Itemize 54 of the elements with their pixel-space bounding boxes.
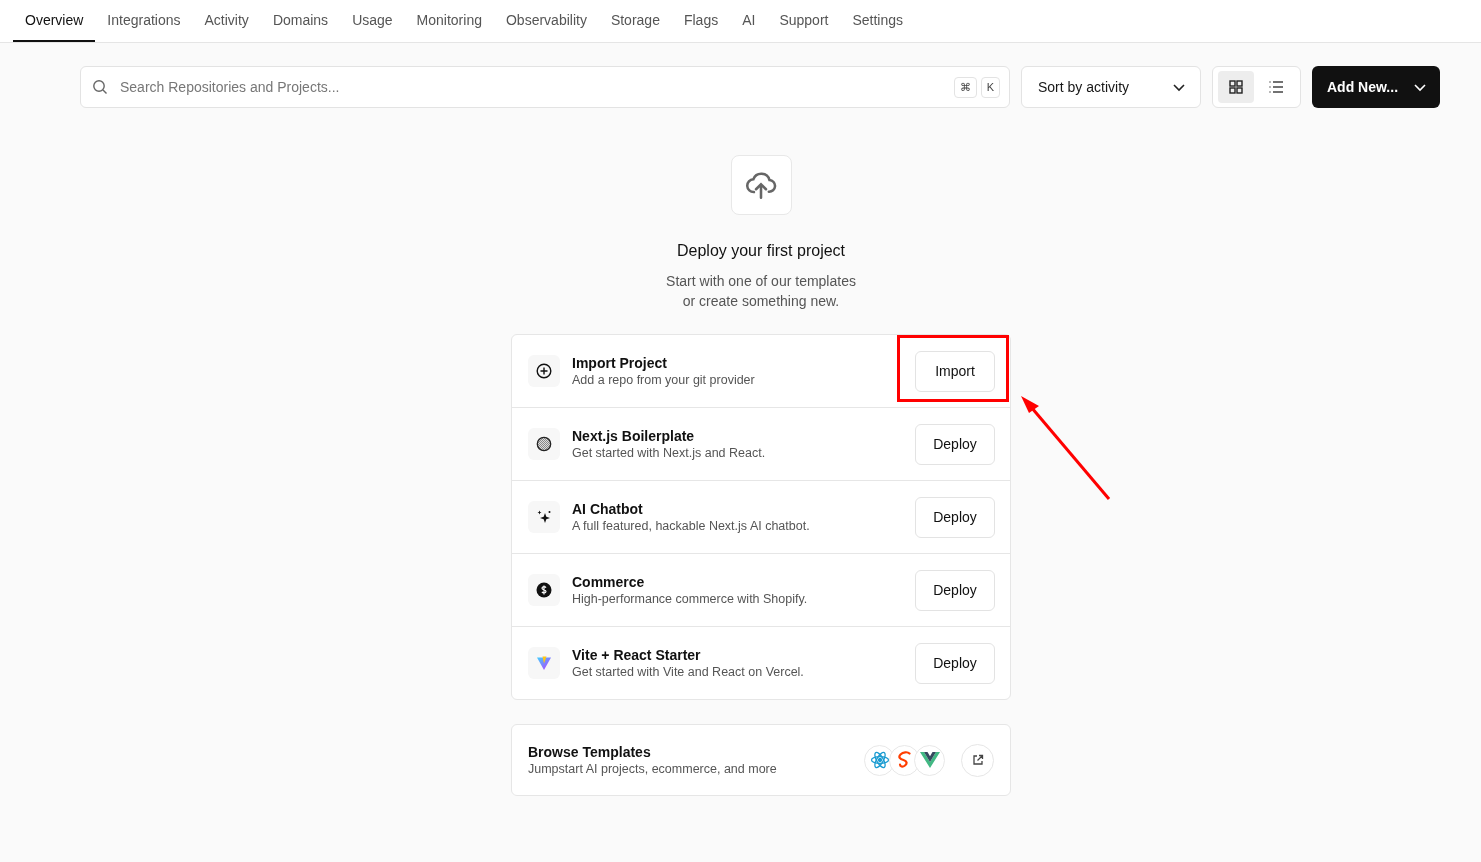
nav-tab[interactable]: Overview — [13, 0, 96, 42]
external-link-icon — [971, 754, 984, 766]
add-new-button[interactable]: Add New... — [1312, 66, 1440, 108]
template-title: Import Project — [572, 355, 668, 371]
search-field[interactable]: Search Repositories and Projects... — [118, 78, 944, 96]
checkered-circle-icon — [536, 436, 552, 452]
deploy-button[interactable]: Deploy — [915, 423, 995, 465]
nav-tab[interactable]: Integrations — [95, 0, 193, 42]
nav-tab[interactable]: Flags — [671, 0, 731, 42]
search-icon — [92, 79, 108, 95]
atom-logo-icon — [869, 750, 890, 770]
shortcut-key: ⌘ — [953, 76, 977, 98]
nav-tab[interactable]: Observability — [493, 0, 599, 42]
empty-state-subtitle: or create something new. — [682, 293, 840, 310]
import-button[interactable]: Import — [915, 350, 995, 392]
template-title: Vite + React Starter — [572, 647, 702, 663]
nav-tab[interactable]: AI — [730, 0, 768, 42]
sort-label: Sort by activity — [1038, 79, 1130, 95]
triangle-logo-icon — [536, 655, 552, 671]
template-title: Next.js Boilerplate — [572, 428, 696, 444]
template-title: Commerce — [572, 574, 646, 590]
deploy-button[interactable]: Deploy — [915, 496, 995, 538]
grid-view-button[interactable] — [1218, 71, 1254, 103]
template-description: High-performance commerce with Shopify. — [572, 592, 809, 606]
open-external-button[interactable] — [961, 743, 994, 777]
card-title: Browse Templates — [528, 744, 652, 760]
shortcut-key: K — [980, 76, 1000, 98]
nav-tab[interactable]: Settings — [840, 0, 916, 42]
search-bar[interactable]: Search Repositories and Projects... ⌘ K — [80, 66, 1010, 108]
empty-state-subtitle: Start with one of our templates — [666, 273, 856, 290]
nav-tab[interactable]: Support — [767, 0, 841, 42]
nav-tab[interactable]: Activity — [192, 0, 261, 42]
template-description: Add a repo from your git provider — [572, 373, 756, 387]
grid-icon — [1228, 79, 1244, 95]
nav-tab[interactable]: Domains — [260, 0, 341, 42]
template-description: Get started with Next.js and React. — [572, 446, 767, 460]
sparkles-icon — [536, 509, 552, 525]
empty-state-title: Deploy your first project — [676, 242, 846, 260]
nav-tab[interactable]: Monitoring — [404, 0, 494, 42]
deploy-button[interactable]: Deploy — [915, 569, 995, 611]
template-title: AI Chatbot — [572, 501, 644, 517]
plus-circle-icon — [536, 363, 552, 379]
browse-templates-card[interactable]: Browse Templates Jumpstart AI projects, ecommerce, and more — [511, 724, 1011, 796]
dollar-coin-icon — [536, 582, 552, 598]
nav-tab[interactable]: Storage — [598, 0, 672, 42]
template-description: A full featured, hackable Next.js AI chatbot. — [572, 519, 811, 533]
card-description: Jumpstart AI projects, ecommerce, and more — [528, 762, 778, 776]
deploy-button[interactable]: Deploy — [915, 642, 995, 684]
template-description: Get started with Vite and React on Vercel. — [572, 665, 805, 679]
v-logo-icon — [919, 751, 940, 769]
sort-dropdown[interactable]: Sort by activity — [1021, 66, 1201, 108]
list-icon — [1268, 79, 1284, 95]
nav-tab[interactable]: Usage — [340, 0, 405, 42]
s-logo-icon — [896, 750, 913, 770]
